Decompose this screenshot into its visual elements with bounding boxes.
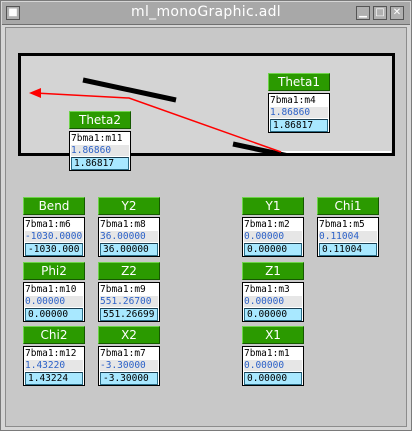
chi1-panel: 7bma1:m5 0.11004 0.11004 [317,217,379,257]
x1-panel: 7bma1:m1 0.00000 0.00000 [242,346,304,386]
widget-phi2: Phi2 7bma1:m10 0.00000 0.00000 [23,262,85,322]
x2-readback: -3.30000 [100,360,158,371]
theta2-input[interactable]: 1.86817 [71,157,129,170]
chi2-pv-label: 7bma1:m12 [25,348,77,359]
z2-pv-label: 7bma1:m9 [100,284,146,295]
bend-readback: -1030.0000 [25,231,83,242]
y1-panel: 7bma1:m2 0.00000 0.00000 [242,217,304,257]
z1-panel: 7bma1:m3 0.00000 0.00000 [242,282,304,322]
x2-pv-label: 7bma1:m7 [100,348,146,359]
x1-input[interactable]: 0.00000 [244,372,302,385]
x2-button[interactable]: X2 [98,326,160,344]
widget-z1: Z1 7bma1:m3 0.00000 0.00000 [242,262,304,322]
minimize-icon[interactable]: ▁ [356,6,370,20]
theta1-readback: 1.86860 [270,107,328,118]
widget-y2: Y2 7bma1:m8 36.00000 36.00000 [98,197,160,257]
x2-panel: 7bma1:m7 -3.30000 -3.30000 [98,346,160,386]
phi2-readback: 0.00000 [25,296,83,307]
bend-pv-label: 7bma1:m6 [25,219,71,230]
theta2-readback: 1.86860 [71,145,129,156]
close-icon[interactable]: ✕ [390,6,404,20]
widget-x1: X1 7bma1:m1 0.00000 0.00000 [242,326,304,386]
y2-pv-label: 7bma1:m8 [100,219,146,230]
maximize-icon[interactable]: □ [373,6,387,20]
widget-chi2: Chi2 7bma1:m12 1.43220 1.43224 [23,326,85,386]
phi2-panel: 7bma1:m10 0.00000 0.00000 [23,282,85,322]
chi2-panel: 7bma1:m12 1.43220 1.43224 [23,346,85,386]
widget-chi1: Chi1 7bma1:m5 0.11004 0.11004 [317,197,379,257]
theta1-panel: 7bma1:m4 1.86860 1.86817 [268,93,330,133]
chi2-input[interactable]: 1.43224 [25,372,83,385]
chi2-button[interactable]: Chi2 [23,326,85,344]
theta1-input[interactable]: 1.86817 [270,119,328,132]
x1-readback: 0.00000 [244,360,302,371]
phi2-input[interactable]: 0.00000 [25,308,83,321]
phi2-pv-label: 7bma1:m10 [25,284,77,295]
widget-theta2: Theta2 7bma1:m11 1.86860 1.86817 [69,111,131,171]
z2-button[interactable]: Z2 [98,262,160,280]
theta2-panel: 7bma1:m11 1.86860 1.86817 [69,131,131,171]
y2-button[interactable]: Y2 [98,197,160,215]
bend-button[interactable]: Bend [23,197,85,215]
widget-x2: X2 7bma1:m7 -3.30000 -3.30000 [98,326,160,386]
window-title: ml_monoGraphic.adl [131,4,281,20]
widget-bend: Bend 7bma1:m6 -1030.0000 -1030.000 [23,197,85,257]
chi1-button[interactable]: Chi1 [317,197,379,215]
title-bar[interactable]: ■ ml_monoGraphic.adl ▁ □ ✕ [2,2,410,25]
z2-panel: 7bma1:m9 551.26700 551.26699 [98,282,160,322]
theta2-button[interactable]: Theta2 [69,111,131,129]
z1-button[interactable]: Z1 [242,262,304,280]
y1-pv-label: 7bma1:m2 [244,219,290,230]
x1-button[interactable]: X1 [242,326,304,344]
z2-input[interactable]: 551.26699 [100,308,158,321]
y1-input[interactable]: 0.00000 [244,243,302,256]
x1-pv-label: 7bma1:m1 [244,348,290,359]
x2-input[interactable]: -3.30000 [100,372,158,385]
theta1-pv-label: 7bma1:m4 [270,95,316,106]
theta2-pv-label: 7bma1:m11 [71,133,123,144]
y2-input[interactable]: 36.00000 [100,243,158,256]
z1-input[interactable]: 0.00000 [244,308,302,321]
z1-pv-label: 7bma1:m3 [244,284,290,295]
y2-readback: 36.00000 [100,231,158,242]
y2-panel: 7bma1:m8 36.00000 36.00000 [98,217,160,257]
chi1-readback: 0.11004 [319,231,377,242]
y1-button[interactable]: Y1 [242,197,304,215]
bend-input[interactable]: -1030.000 [25,243,83,256]
chi1-input[interactable]: 0.11004 [319,243,377,256]
y1-readback: 0.00000 [244,231,302,242]
widget-theta1: Theta1 7bma1:m4 1.86860 1.86817 [268,73,330,133]
beam-arrowhead [29,88,41,98]
chi1-pv-label: 7bma1:m5 [319,219,365,230]
z1-readback: 0.00000 [244,296,302,307]
app-window: ■ ml_monoGraphic.adl ▁ □ ✕ Theta1 7bma1:… [0,0,412,431]
widget-y1: Y1 7bma1:m2 0.00000 0.00000 [242,197,304,257]
chi2-readback: 1.43220 [25,360,83,371]
widget-z2: Z2 7bma1:m9 551.26700 551.26699 [98,262,160,322]
theta1-button[interactable]: Theta1 [268,73,330,91]
phi2-button[interactable]: Phi2 [23,262,85,280]
bend-panel: 7bma1:m6 -1030.0000 -1030.000 [23,217,85,257]
z2-readback: 551.26700 [100,296,158,307]
